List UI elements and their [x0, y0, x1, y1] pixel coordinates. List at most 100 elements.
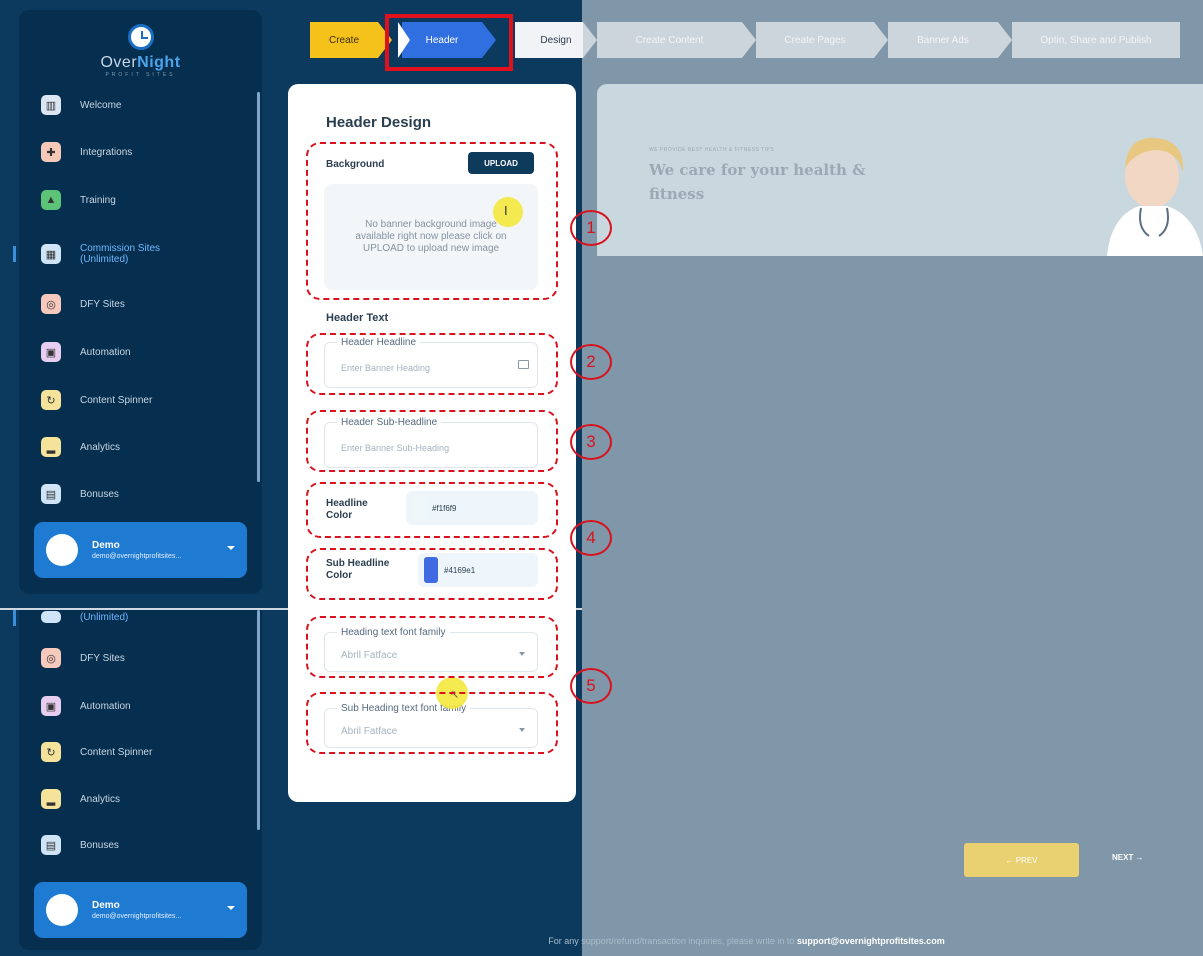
active-indicator — [13, 610, 16, 626]
sidebar-item-integrations[interactable]: ✚ Integrations — [41, 137, 132, 167]
doctor-image — [1107, 137, 1203, 256]
step-label: Banner Ads — [917, 34, 969, 46]
step-optin-share-publish[interactable]: Optin, Share and Publish — [1012, 22, 1180, 58]
highlight-box — [385, 14, 513, 71]
sidebar-item-analytics[interactable]: ▂ Analytics — [41, 784, 120, 814]
building-icon: ▥ — [41, 95, 61, 115]
footer-text: For any support/refund/transaction inqui… — [548, 936, 797, 946]
sidebar-scrollbar[interactable] — [257, 610, 260, 830]
sidebar-item-analytics[interactable]: ▂ Analytics — [41, 432, 120, 462]
step-label: Create — [328, 34, 359, 46]
step-label: Create Content — [635, 34, 704, 46]
support-email-link[interactable]: support@overnightprofitsites.com — [797, 936, 945, 946]
brand-name-part1: Over — [100, 54, 138, 71]
chevron-down-icon[interactable] — [227, 906, 235, 910]
robot-icon: ▣ — [41, 342, 61, 362]
brand-tagline: PROFIT SITES — [105, 72, 176, 78]
annotation-box — [306, 616, 558, 678]
sidebar-item-welcome[interactable]: ▥ Welcome — [41, 90, 122, 120]
user-name: Demo — [92, 900, 120, 911]
annotation-number: 1 — [570, 210, 612, 246]
annotation-number: 4 — [570, 520, 612, 556]
sidebar-scrollbar[interactable] — [257, 92, 260, 482]
sidebar-item-label: Analytics — [80, 793, 121, 805]
gift-icon: ▤ — [41, 835, 61, 855]
robot-icon: ▣ — [41, 696, 61, 716]
target-icon: ◎ — [41, 648, 61, 668]
user-email: demo@overnightprofitsites... — [92, 553, 182, 560]
annotation-box — [306, 482, 558, 538]
step-arrow — [998, 22, 1012, 58]
banner-eyebrow: WE PROVIDE BEST HEALTH & FITNESS TIPS — [649, 147, 775, 153]
spinner-icon: ↻ — [41, 742, 61, 762]
sidebar-item-label: Integrations — [80, 146, 133, 158]
brand-logo[interactable]: OverNight PROFIT SITES — [19, 24, 262, 78]
sites-icon — [41, 611, 61, 623]
step-arrow — [583, 22, 597, 58]
sidebar-item-label: Content Spinner — [80, 746, 153, 758]
step-arrow — [874, 22, 888, 58]
spinner-icon: ↻ — [41, 390, 61, 410]
clock-icon — [127, 24, 154, 50]
user-account-menu[interactable]: Demo demo@overnightprofitsites... — [34, 522, 247, 578]
step-create[interactable]: Create — [310, 22, 378, 58]
sidebar-item-label: Training — [80, 194, 116, 206]
annotation-box — [306, 142, 558, 300]
step-design[interactable]: Design — [515, 22, 583, 58]
header-banner-preview: WE PROVIDE BEST HEALTH & FITNESS TIPS We… — [597, 84, 1203, 256]
annotation-box — [306, 692, 558, 754]
chart-icon: ▂ — [41, 789, 61, 809]
step-label: Optin, Share and Publish — [1040, 34, 1152, 46]
panel-title: Header Design — [326, 114, 432, 131]
user-email: demo@overnightprofitsites... — [92, 913, 182, 920]
user-account-menu[interactable]: Demo demo@overnightprofitsites... — [34, 882, 247, 938]
target-icon: ◎ — [41, 294, 61, 314]
chevron-down-icon[interactable] — [227, 546, 235, 550]
sidebar-item-dfy-sites[interactable]: ◎ DFY Sites — [41, 643, 125, 673]
step-create-pages[interactable]: Create Pages — [756, 22, 874, 58]
sidebar-item-commission-sites[interactable]: (Unlimited) — [41, 602, 128, 632]
sidebar: OverNight PROFIT SITES ▥ Welcome ✚ Integ… — [13, 10, 262, 594]
brand-name-part2: Night — [137, 54, 181, 71]
sidebar-item-label: Automation — [80, 346, 131, 358]
annotation-box — [306, 333, 558, 395]
sidebar-item-label: DFY Sites — [80, 298, 125, 310]
sidebar-item-automation[interactable]: ▣ Automation — [41, 691, 131, 721]
annotation-number: 5 — [570, 668, 612, 704]
support-footer: For any support/refund/transaction inqui… — [0, 936, 1203, 946]
avatar — [46, 534, 78, 566]
sidebar-item-label: Analytics — [80, 441, 121, 453]
sidebar-item-label: Bonuses — [80, 488, 119, 500]
sidebar-item-training[interactable]: ▲ Training — [41, 185, 116, 215]
sidebar-item-label: DFY Sites — [80, 652, 125, 664]
sites-icon: ▦ — [41, 244, 61, 264]
sidebar-item-dfy-sites[interactable]: ◎ DFY Sites — [41, 289, 125, 319]
step-create-content[interactable]: Create Content — [597, 22, 742, 58]
puzzle-icon: ✚ — [41, 142, 61, 162]
annotation-box — [306, 548, 558, 600]
sidebar-item-automation[interactable]: ▣ Automation — [41, 337, 131, 367]
step-label: Create Pages — [784, 34, 846, 46]
banner-headline: We care for your health & fitness — [649, 161, 866, 203]
sidebar-item-label: Welcome — [80, 99, 122, 111]
step-label: Design — [540, 34, 572, 46]
sidebar-item-label: Commission Sites (Unlimited) — [80, 243, 161, 265]
sidebar-item-commission-sites[interactable]: ▦ Commission Sites (Unlimited) — [41, 239, 180, 269]
step-banner-ads[interactable]: Banner Ads — [888, 22, 998, 58]
chart-icon: ▂ — [41, 437, 61, 457]
sidebar-item-content-spinner[interactable]: ↻ Content Spinner — [41, 385, 152, 415]
next-button[interactable]: NEXT → — [1112, 853, 1144, 862]
step-arrow — [742, 22, 756, 58]
sidebar-item-label: Bonuses — [80, 839, 119, 851]
active-indicator — [13, 246, 16, 262]
annotation-number: 3 — [570, 424, 612, 460]
prev-button[interactable]: ← PREV — [964, 843, 1079, 877]
sidebar-item-label: Automation — [80, 700, 131, 712]
sidebar-item-bonuses[interactable]: ▤ Bonuses — [41, 830, 119, 860]
sidebar-item-content-spinner[interactable]: ↻ Content Spinner — [41, 737, 152, 767]
sidebar-item-bonuses[interactable]: ▤ Bonuses — [41, 479, 119, 509]
graduation-icon: ▲ — [41, 190, 61, 210]
annotation-box — [306, 410, 558, 472]
sidebar-item-label: (Unlimited) — [80, 611, 129, 623]
sidebar-lower: (Unlimited) ◎ DFY Sites ▣ Automation ↻ C… — [13, 610, 262, 950]
